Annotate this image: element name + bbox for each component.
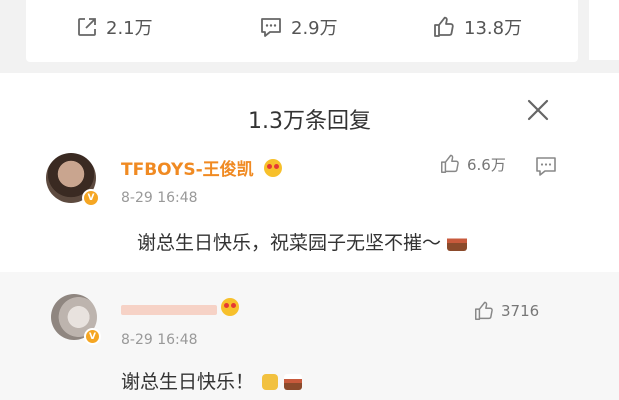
thumbs-up-icon xyxy=(475,301,493,320)
reply-like-button[interactable]: 6.6万 xyxy=(439,153,506,175)
reply-text: 谢总生日快乐，祝菜园子无坚不摧～ xyxy=(137,228,468,255)
thumbs-up-icon xyxy=(434,16,454,37)
comment-icon[interactable] xyxy=(534,155,558,177)
heart-eyes-emoji-icon xyxy=(221,298,239,316)
comment-count: 2.9万 xyxy=(291,18,338,39)
close-icon[interactable] xyxy=(524,96,552,124)
feed-edge xyxy=(589,0,619,60)
comment-icon xyxy=(261,18,281,37)
like-count: 13.8万 xyxy=(464,18,523,39)
reply-like-button[interactable]: 3716 xyxy=(473,300,539,322)
comment-button[interactable]: 2.9万 xyxy=(259,14,338,40)
birthday-cake-emoji-icon xyxy=(447,233,468,251)
heart-eyes-emoji-icon xyxy=(263,159,282,177)
reply-time: 8-29 16:48 xyxy=(121,332,198,348)
reply-username[interactable]: TFBOYS-王俊凯 xyxy=(121,155,282,180)
verified-badge-icon: V xyxy=(82,189,100,207)
post-action-bar: 2.1万 2.9万 13.8万 xyxy=(26,0,578,62)
verified-badge-icon: V xyxy=(84,328,101,345)
birthday-cake-emoji-icon xyxy=(284,374,303,390)
reply-text: 谢总生日快乐！ xyxy=(121,367,303,394)
reply-like-count: 3716 xyxy=(501,302,540,320)
repost-button[interactable]: 2.1万 xyxy=(76,14,153,40)
like-button[interactable]: 13.8万 xyxy=(432,14,522,40)
repost-icon xyxy=(78,18,96,36)
reply-time: 8-29 16:48 xyxy=(121,190,198,206)
reply-item[interactable]: V 8-29 16:48 谢总生日快乐！ 3716 xyxy=(0,272,619,400)
reply-like-count: 6.6万 xyxy=(467,155,506,174)
repost-count: 2.1万 xyxy=(106,18,153,39)
reply-item[interactable]: V TFBOYS-王俊凯 8-29 16:48 谢总生日快乐，祝菜园子无坚不摧～… xyxy=(0,145,619,269)
thumbs-up-icon xyxy=(441,154,459,173)
reply-username[interactable] xyxy=(121,298,239,319)
replies-sheet: 1.3万条回复 V TFBOYS-王俊凯 8-29 16:48 谢总生日快乐，祝… xyxy=(0,73,619,400)
clapping-emoji-icon xyxy=(262,374,279,390)
